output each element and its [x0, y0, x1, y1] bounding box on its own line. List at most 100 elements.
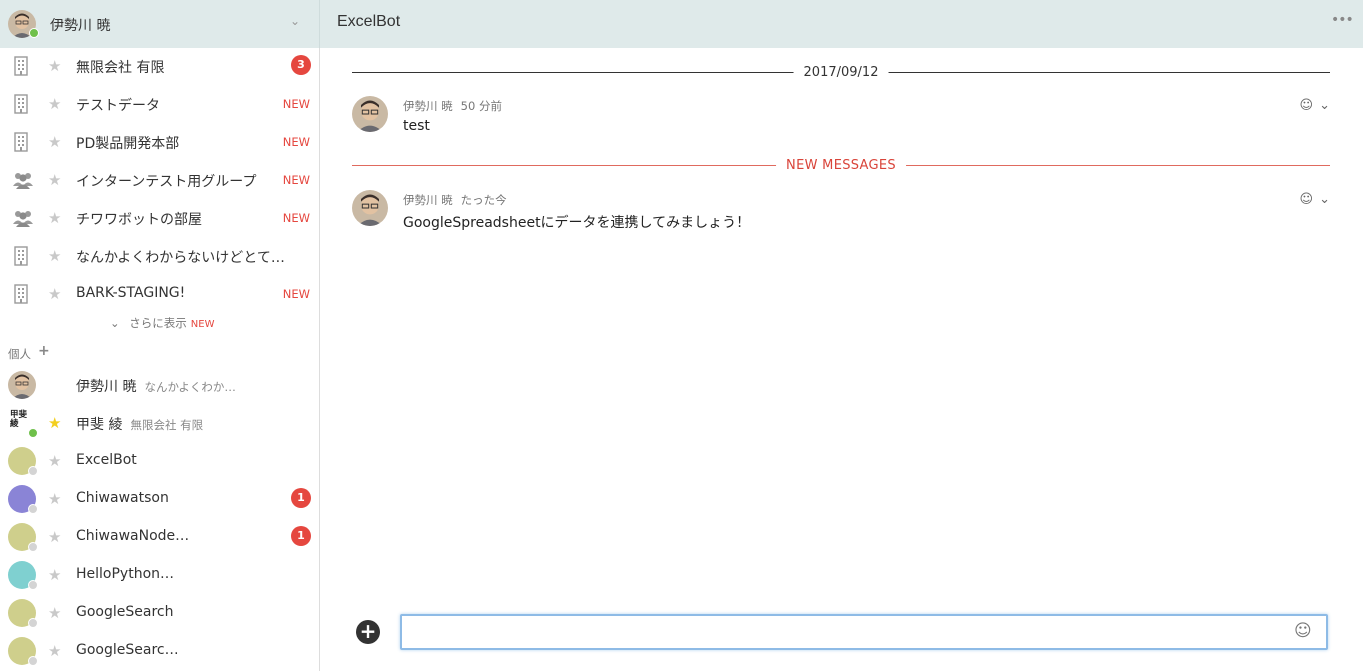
message-author: 伊勢川 暁 — [403, 193, 453, 207]
sidebar-item-dm[interactable]: ★ GoogleSearch — [0, 595, 319, 633]
star-icon[interactable]: ★ — [48, 414, 61, 432]
message-meta: 伊勢川 暁たった今 — [403, 192, 507, 208]
unread-badge: 1 — [291, 526, 311, 546]
message-pane: 2017/09/12 伊勢川 暁 50 分前 test ☺ ⌄ NEW MESS… — [321, 48, 1363, 671]
star-icon[interactable]: ★ — [48, 209, 61, 227]
emoji-reaction-icon[interactable]: ☺ — [1300, 192, 1314, 207]
unread-badge: 1 — [291, 488, 311, 508]
sidebar-item-group[interactable]: ★ インターンテスト用グループ NEW — [0, 162, 319, 200]
message-actions: ☺ ⌄ — [1294, 98, 1330, 113]
offline-status-dot — [28, 466, 38, 476]
new-tag: NEW — [282, 211, 310, 225]
message-author: 伊勢川 暁 — [403, 99, 453, 113]
emoji-reaction-icon[interactable]: ☺ — [1300, 98, 1314, 113]
new-tag: NEW — [282, 97, 310, 111]
star-icon[interactable]: ★ — [48, 604, 61, 622]
chevron-down-icon[interactable]: ⌄ — [1319, 98, 1330, 113]
sidebar-item-label: ChiwawaNode… — [76, 528, 189, 544]
dm-name: 伊勢川 暁 — [76, 379, 137, 395]
message-body: GoogleSpreadsheetにデータを連携してみましょう！ — [403, 215, 751, 231]
star-icon[interactable]: ★ — [48, 285, 61, 303]
building-icon — [12, 284, 32, 304]
star-icon[interactable]: ★ — [48, 490, 61, 508]
sidebar-item-dm[interactable]: ★ ExcelBot — [0, 443, 319, 481]
offline-status-dot — [28, 656, 38, 666]
sidebar-item-label: テストデータ — [76, 98, 160, 114]
sidebar-item-dm[interactable]: ★ Chiwawatson 1 — [0, 481, 319, 519]
sidebar-item-dm[interactable]: ★ GoogleSearc… — [0, 633, 319, 671]
message-avatar — [352, 96, 388, 132]
avatar — [8, 371, 36, 399]
emoji-picker-icon[interactable]: ☺ — [1294, 621, 1312, 641]
sidebar-item-label: 伊勢川 暁なんかよくわか… — [76, 376, 236, 396]
offline-status-dot — [28, 504, 38, 514]
show-more-new-tag: NEW — [190, 319, 215, 330]
building-icon — [12, 94, 32, 114]
sidebar-item-label: なんかよくわからないけどとて… — [76, 250, 285, 266]
sidebar-item-label: BARK-STAGING! — [76, 285, 186, 301]
dm-name: GoogleSearch — [76, 604, 174, 620]
date-divider-label: 2017/09/12 — [793, 65, 889, 80]
new-tag: NEW — [282, 173, 310, 187]
message-meta: 伊勢川 暁 50 分前 — [403, 98, 502, 114]
new-messages-divider: NEW MESSAGES — [352, 158, 1330, 173]
new-tag: NEW — [282, 287, 310, 301]
new-messages-label: NEW MESSAGES — [776, 158, 906, 173]
sidebar: ★ 無限会社 有限 3 ★ テストデータ NEW ★ PD製品開発本部 NEW ★ インターンテスト… — [0, 48, 320, 671]
add-personal-icon[interactable]: + — [38, 343, 50, 359]
sidebar-item-dm[interactable]: ★ HelloPython… — [0, 557, 319, 595]
star-icon[interactable]: ★ — [48, 57, 61, 75]
dm-name: HelloPython… — [76, 566, 175, 582]
user-switcher[interactable]: 伊勢川 暁 ⌄ — [0, 0, 320, 48]
star-icon[interactable]: ★ — [48, 95, 61, 113]
star-icon[interactable]: ★ — [48, 566, 61, 584]
star-icon[interactable]: ★ — [48, 247, 61, 265]
star-icon[interactable]: ★ — [48, 133, 61, 151]
star-icon[interactable]: ★ — [48, 528, 61, 546]
chevron-down-icon[interactable]: ⌄ — [1319, 192, 1330, 207]
sidebar-item-group[interactable]: ★ 無限会社 有限 3 — [0, 48, 319, 86]
sidebar-item-group[interactable]: ★ PD製品開発本部 NEW — [0, 124, 319, 162]
sidebar-item-group[interactable]: ★ なんかよくわからないけどとて… — [0, 238, 319, 276]
sidebar-item-group[interactable]: ★ BARK-STAGING! NEW — [0, 276, 319, 314]
message-avatar — [352, 190, 388, 226]
chevron-down-icon[interactable]: ⌄ — [290, 14, 300, 28]
offline-status-dot — [28, 542, 38, 552]
message-time: たった今 — [460, 193, 507, 207]
star-icon[interactable]: ★ — [48, 452, 61, 470]
star-icon[interactable]: ★ — [48, 171, 61, 189]
group-icon — [12, 208, 33, 228]
dm-name: Chiwawatson — [76, 490, 169, 506]
message-input[interactable] — [400, 614, 1328, 650]
sidebar-item-dm[interactable]: 甲斐綾 ★ 甲斐 綾無限会社 有限 — [0, 405, 319, 443]
sidebar-item-dm[interactable]: 伊勢川 暁なんかよくわか… — [0, 367, 319, 405]
unread-badge: 3 — [291, 55, 311, 75]
sidebar-item-label: GoogleSearch — [76, 604, 173, 620]
date-divider: 2017/09/12 — [352, 65, 1330, 80]
message-actions: ☺ ⌄ — [1294, 192, 1330, 207]
attach-plus-button[interactable]: + — [356, 620, 380, 644]
message-time: 50 分前 — [460, 99, 502, 113]
sidebar-item-label: 無限会社 有限 — [76, 60, 165, 76]
more-options-icon[interactable]: ••• — [1331, 12, 1354, 28]
building-icon — [12, 246, 32, 266]
offline-status-dot — [28, 580, 38, 590]
sidebar-item-label: HelloPython… — [76, 566, 174, 582]
show-more-link[interactable]: ⌄ さらに表示 NEW — [110, 315, 214, 331]
dm-subtitle: 無限会社 有限 — [130, 418, 204, 432]
new-tag: NEW — [282, 135, 310, 149]
sidebar-item-label: ExcelBot — [76, 452, 137, 468]
star-icon[interactable]: ★ — [48, 642, 61, 660]
sidebar-item-label: PD製品開発本部 — [76, 136, 180, 152]
personal-section-label: 個人 — [8, 347, 31, 361]
sidebar-item-group[interactable]: ★ チワワボットの部屋 NEW — [0, 200, 319, 238]
sidebar-item-group[interactable]: ★ テストデータ NEW — [0, 86, 319, 124]
show-more-label: さらに表示 — [129, 316, 187, 330]
sidebar-item-label: Chiwawatson — [76, 490, 169, 506]
offline-status-dot — [28, 618, 38, 628]
sidebar-item-label: GoogleSearc… — [76, 642, 179, 658]
sidebar-item-dm[interactable]: ★ ChiwawaNode… 1 — [0, 519, 319, 557]
dm-name: ChiwawaNode… — [76, 528, 190, 544]
sidebar-item-label: チワワボットの部屋 — [76, 212, 202, 228]
message-item: 伊勢川 暁 50 分前 test ☺ ⌄ — [352, 96, 1330, 140]
